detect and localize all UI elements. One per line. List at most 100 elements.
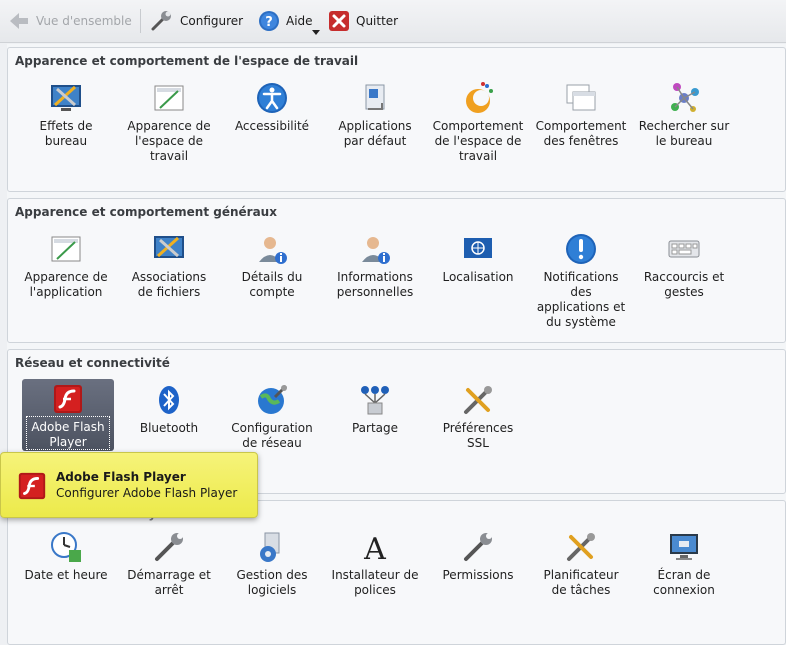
item-label: Accessibilité [234,119,310,133]
item-app-appearance[interactable]: Apparence de l'application [20,232,112,300]
font-installer-icon: A [363,532,386,564]
item-default-apps[interactable]: Applications par défaut [329,81,421,149]
back-arrow-icon [10,13,28,29]
item-permissions[interactable]: Permissions [432,530,524,583]
login-screen-icon [670,534,698,560]
item-accessibility[interactable]: Accessibilité [226,81,318,134]
desktop-effects-icon [51,85,81,111]
item-label: Partage [351,421,399,435]
file-associations-icon [154,236,184,258]
shortcuts-icon [668,240,700,258]
ssl-icon [464,386,492,414]
app-appearance-icon [51,236,81,262]
overview-button[interactable]: Vue d'ensemble [8,8,132,34]
item-label: Détails du compte [241,270,303,299]
network-config-icon [258,384,288,414]
workspace-behavior-icon [466,82,493,113]
help-icon: ? [259,11,279,31]
item-label: Installateur de polices [331,568,419,597]
item-window-behavior[interactable]: Comportement des fenêtres [535,81,627,149]
item-flash-player[interactable]: Adobe Flash Player [22,379,114,451]
tooltip-title: Adobe Flash Player [56,470,186,484]
item-font-installer[interactable]: A Installateur de polices [329,530,421,598]
permissions-icon [464,533,492,561]
account-details-icon [259,237,287,264]
overview-label: Vue d'ensemble [36,14,132,28]
item-label: Comportement des fenêtres [535,119,627,148]
item-sharing[interactable]: Partage [329,383,421,436]
bluetooth-icon [159,386,179,414]
item-locale[interactable]: Localisation [432,232,524,285]
item-label: Planificateur de tâches [543,568,619,597]
clock-icon [51,532,81,562]
item-desktop-search[interactable]: Rechercher sur le bureau [638,81,730,149]
item-login-screen[interactable]: Écran de connexion [638,530,730,598]
flash-icon [54,385,82,413]
svg-text:A: A [363,532,386,564]
item-personal-info[interactable]: Informations personnelles [329,232,421,300]
flash-icon [18,472,46,500]
section-title: Apparence et comportement généraux [15,205,277,219]
item-label: Permissions [442,568,514,582]
item-label: Date et heure [24,568,108,582]
item-label: Écran de connexion [653,568,715,597]
section-title: Réseau et connectivité [15,356,170,370]
tooltip: Adobe Flash Player Configurer Adobe Flas… [0,452,258,518]
item-desktop-effects[interactable]: Effets de bureau [20,81,112,149]
configure-button[interactable]: Configurer [150,8,243,34]
item-software[interactable]: Gestion des logiciels [226,530,318,598]
close-icon [329,11,349,31]
software-icon [260,532,280,562]
desktop-search-icon [671,83,699,112]
item-label: Notifications des applications et du sys… [536,270,626,329]
wrench-icon [151,11,171,31]
item-workspace-appearance[interactable]: Apparence de l'espace de travail [123,81,215,164]
item-ssl[interactable]: Préférences SSL [432,383,524,451]
personal-info-icon [362,237,390,264]
item-workspace-behavior[interactable]: Comportement de l'espace de travail [432,81,524,164]
workspace-appearance-icon [154,85,184,111]
section-workspace: Apparence et comportement de l'espace de… [7,47,786,192]
item-label: Préférences SSL [442,421,514,450]
settings-content: Apparence et comportement de l'espace de… [7,44,786,645]
window-behavior-icon [566,84,596,111]
item-label: Applications par défaut [338,119,412,148]
startup-icon [155,533,183,561]
item-network-config[interactable]: Configuration de réseau [226,383,318,451]
quit-label: Quitter [356,14,399,28]
help-button[interactable]: ? Aide [258,8,313,34]
item-bluetooth[interactable]: Bluetooth [123,383,215,436]
item-label: Effets de bureau [39,119,93,148]
toolbar: Vue d'ensemble Configurer ? Aide Quitter [0,0,786,43]
sharing-icon [361,386,389,415]
item-shortcuts[interactable]: Raccourcis et gestes [638,232,730,300]
task-scheduler-icon [567,533,595,561]
item-label: Apparence de l'application [24,270,108,299]
section-title: Apparence et comportement de l'espace de… [15,54,359,68]
item-label: Bluetooth [139,421,199,435]
item-label: Raccourcis et gestes [643,270,725,299]
locale-icon [464,238,492,258]
item-label: Apparence de l'espace de travail [127,119,211,163]
item-label: Démarrage et arrêt [127,568,211,597]
item-label: Associations de fichiers [131,270,207,299]
tooltip-subtitle: Configurer Adobe Flash Player [56,486,238,500]
help-dropdown-arrow-icon[interactable] [312,30,320,35]
item-startup[interactable]: Démarrage et arrêt [123,530,215,598]
item-notifications[interactable]: Notifications des applications et du sys… [535,232,627,330]
item-task-scheduler[interactable]: Planificateur de tâches [535,530,627,598]
item-account-details[interactable]: Détails du compte [226,232,318,300]
configure-label: Configurer [180,14,244,28]
quit-button[interactable]: Quitter [328,8,398,34]
section-system-admin: Administration du système Date et heure … [7,500,786,645]
item-label: Informations personnelles [336,270,414,299]
item-file-associations[interactable]: Associations de fichiers [123,232,215,300]
focus-rectangle [26,416,110,450]
section-general: Apparence et comportement généraux Appar… [7,198,786,343]
item-date-time[interactable]: Date et heure [20,530,112,583]
svg-text:?: ? [265,15,273,30]
item-label: Localisation [442,270,514,284]
item-label: Comportement de l'espace de travail [432,119,524,163]
default-apps-icon [365,84,385,110]
accessibility-icon [257,83,287,113]
